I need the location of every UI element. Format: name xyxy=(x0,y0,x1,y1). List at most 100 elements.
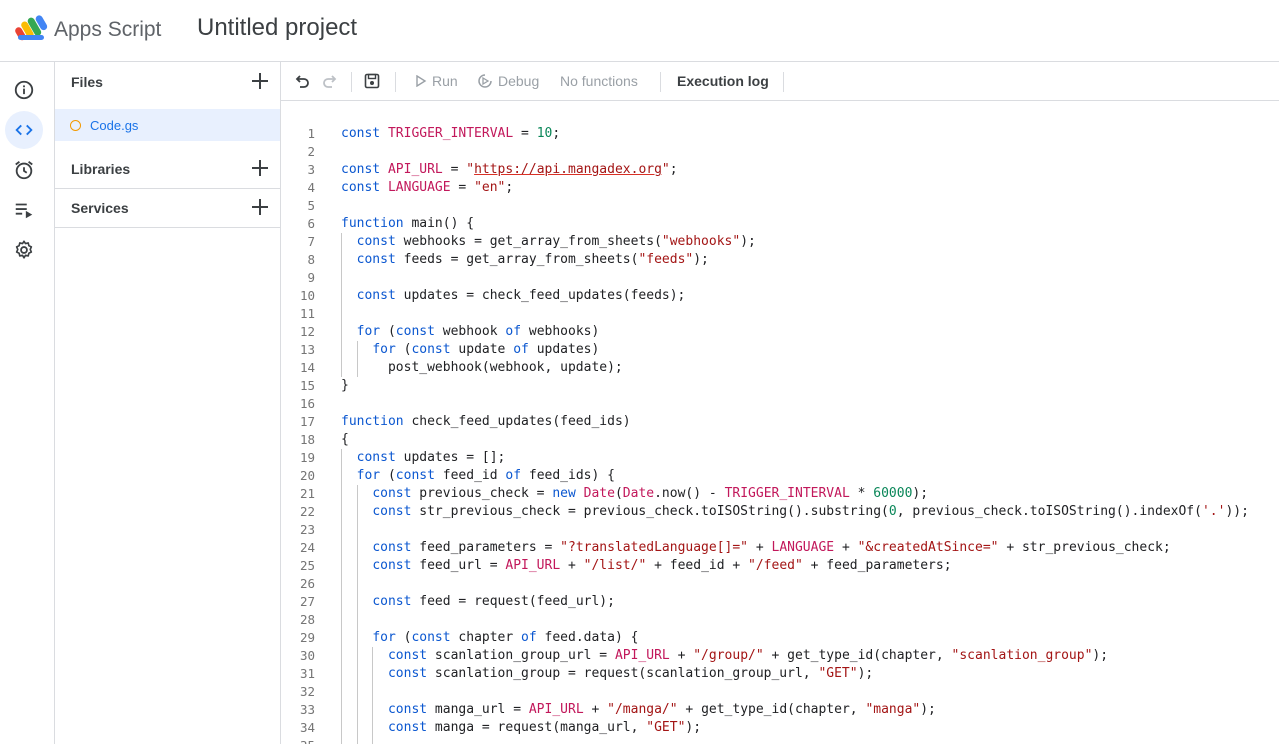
code-line[interactable]: 3 const API_URL = "https://api.mangadex.o… xyxy=(281,161,1279,179)
code-line[interactable]: 17 function check_feed_updates(feed_ids) xyxy=(281,413,1279,431)
debug-label: Debug xyxy=(498,73,540,89)
run-button[interactable]: Run xyxy=(415,73,458,89)
code-token: const xyxy=(341,126,381,141)
rail-settings-button[interactable] xyxy=(5,231,43,269)
code-text: const scanlation_group_url = API_URL + "… xyxy=(341,647,1108,665)
code-line[interactable]: 26 xyxy=(281,575,1279,593)
debug-icon xyxy=(478,74,492,88)
code-line[interactable]: 12 for (const webhook of webhooks) xyxy=(281,323,1279,341)
code-text: const API_URL = "https://api.mangadex.or… xyxy=(341,161,678,179)
apps-script-logo-icon[interactable] xyxy=(14,13,50,43)
line-number: 25 xyxy=(299,558,315,573)
code-token: feed_id xyxy=(434,468,506,483)
code-line[interactable]: 20 for (const feed_id of feed_ids) { xyxy=(281,467,1279,485)
add-file-icon[interactable] xyxy=(250,71,270,91)
code-token: + xyxy=(669,648,694,663)
add-library-icon[interactable] xyxy=(250,158,270,178)
code-line[interactable]: 10 const updates = check_feed_updates(fe… xyxy=(281,287,1279,305)
add-service-icon[interactable] xyxy=(250,197,270,217)
indent-guide xyxy=(356,485,358,744)
save-icon[interactable] xyxy=(363,72,381,90)
code-line[interactable]: 34 const manga = request(manga_url, "GET… xyxy=(281,719,1279,737)
code-line[interactable]: 29 for (const chapter of feed.data) { xyxy=(281,629,1279,647)
code-line[interactable]: 21 const previous_check = new Date(Date.… xyxy=(281,485,1279,503)
code-line[interactable]: 32 xyxy=(281,683,1279,701)
rail-triggers-button[interactable] xyxy=(5,151,43,189)
code-token: 0 xyxy=(888,504,897,519)
files-section-header: Files xyxy=(55,62,280,101)
code-line[interactable]: 25 const feed_url = API_URL + "/list/" +… xyxy=(281,557,1279,575)
line-number: 2 xyxy=(307,144,315,159)
code-line[interactable]: 27 const feed = request(feed_url); xyxy=(281,593,1279,611)
code-token: ); xyxy=(693,252,709,267)
redo-icon[interactable] xyxy=(321,72,339,90)
code-line[interactable]: 23 xyxy=(281,521,1279,539)
code-token: 10 xyxy=(536,126,553,141)
code-line[interactable]: 9 xyxy=(281,269,1279,287)
code-line[interactable]: 13 for (const update of updates) xyxy=(281,341,1279,359)
code-line[interactable]: 1 const TRIGGER_INTERVAL = 10; xyxy=(281,125,1279,143)
code-token: webhook xyxy=(434,324,506,339)
line-number: 15 xyxy=(299,378,315,393)
rail-overview-button[interactable] xyxy=(5,71,43,109)
code-token: updates = check_feed_updates(feeds); xyxy=(395,288,686,303)
code-token: LANGUAGE xyxy=(387,180,451,195)
code-line[interactable]: 15} xyxy=(281,377,1279,395)
project-title[interactable]: Untitled project xyxy=(197,14,357,42)
line-number: 16 xyxy=(299,396,315,411)
code-text: const feed = request(feed_url); xyxy=(341,593,615,611)
code-line[interactable]: 30 const scanlation_group_url = API_URL … xyxy=(281,647,1279,665)
rail-executions-button[interactable] xyxy=(5,191,43,229)
code-line[interactable]: 14 post_webhook(webhook, update); xyxy=(281,359,1279,377)
code-token: "manga" xyxy=(865,702,921,717)
code-line[interactable]: 6 function main() { xyxy=(281,215,1279,233)
code-line[interactable]: 35 xyxy=(281,737,1279,744)
code-token: )); xyxy=(1225,504,1249,519)
code-line[interactable]: 24 const feed_parameters = "?translatedL… xyxy=(281,539,1279,557)
code-token: ( xyxy=(380,468,396,483)
file-item-code-gs[interactable]: Code.gs xyxy=(55,109,280,141)
code-line[interactable]: 2 xyxy=(281,143,1279,161)
code-token: , previous_check.toISOString().indexOf( xyxy=(896,504,1202,519)
code-line[interactable]: 4 const LANGUAGE = "en"; xyxy=(281,179,1279,197)
debug-button[interactable]: Debug xyxy=(477,73,539,89)
code-token: const xyxy=(387,702,428,717)
code-editor[interactable]: 1 const TRIGGER_INTERVAL = 10; 2 3 const API… xyxy=(281,101,1279,744)
code-line[interactable]: 22 const str_previous_check = previous_c… xyxy=(281,503,1279,521)
code-line[interactable]: 7 const webhooks = get_array_from_sheets… xyxy=(281,233,1279,251)
code-token: + get_type_id(chapter, xyxy=(677,702,866,717)
code-line[interactable]: 31 const scanlation_group = request(scan… xyxy=(281,665,1279,683)
code-token: + xyxy=(834,540,858,555)
code-line[interactable]: 5 xyxy=(281,197,1279,215)
section-divider xyxy=(55,227,280,228)
code-token: + feed_id + xyxy=(646,558,749,573)
code-line[interactable]: 18 { xyxy=(281,431,1279,449)
code-line[interactable]: 19 const updates = []; xyxy=(281,449,1279,467)
code-token: const xyxy=(372,594,412,609)
app-name[interactable]: Apps Script xyxy=(54,18,161,42)
code-token: const xyxy=(411,630,451,645)
rail-editor-button[interactable] xyxy=(5,111,43,149)
function-select[interactable]: No functions xyxy=(560,73,638,89)
libraries-section-header: Libraries xyxy=(55,149,280,188)
code-token: post_webhook(webhook, update); xyxy=(341,360,623,375)
code-token: API_URL xyxy=(387,162,443,177)
code-line[interactable]: 33 const manga_url = API_URL + "/manga/"… xyxy=(281,701,1279,719)
code-token: { xyxy=(341,432,349,447)
line-number: 30 xyxy=(299,648,315,663)
code-token: for xyxy=(372,630,396,645)
line-number: 14 xyxy=(299,360,315,375)
code-token: const xyxy=(356,288,396,303)
gear-icon xyxy=(15,240,33,259)
code-line[interactable]: 16 xyxy=(281,395,1279,413)
code-token: const xyxy=(372,558,412,573)
code-line[interactable]: 28 xyxy=(281,611,1279,629)
execution-log-button[interactable]: Execution log xyxy=(677,73,769,89)
undo-icon[interactable] xyxy=(293,72,311,90)
code-line[interactable]: 11 xyxy=(281,305,1279,323)
code-token: const xyxy=(395,324,435,339)
code-token: const xyxy=(387,666,428,681)
code-line[interactable]: 8 const feeds = get_array_from_sheets("f… xyxy=(281,251,1279,269)
